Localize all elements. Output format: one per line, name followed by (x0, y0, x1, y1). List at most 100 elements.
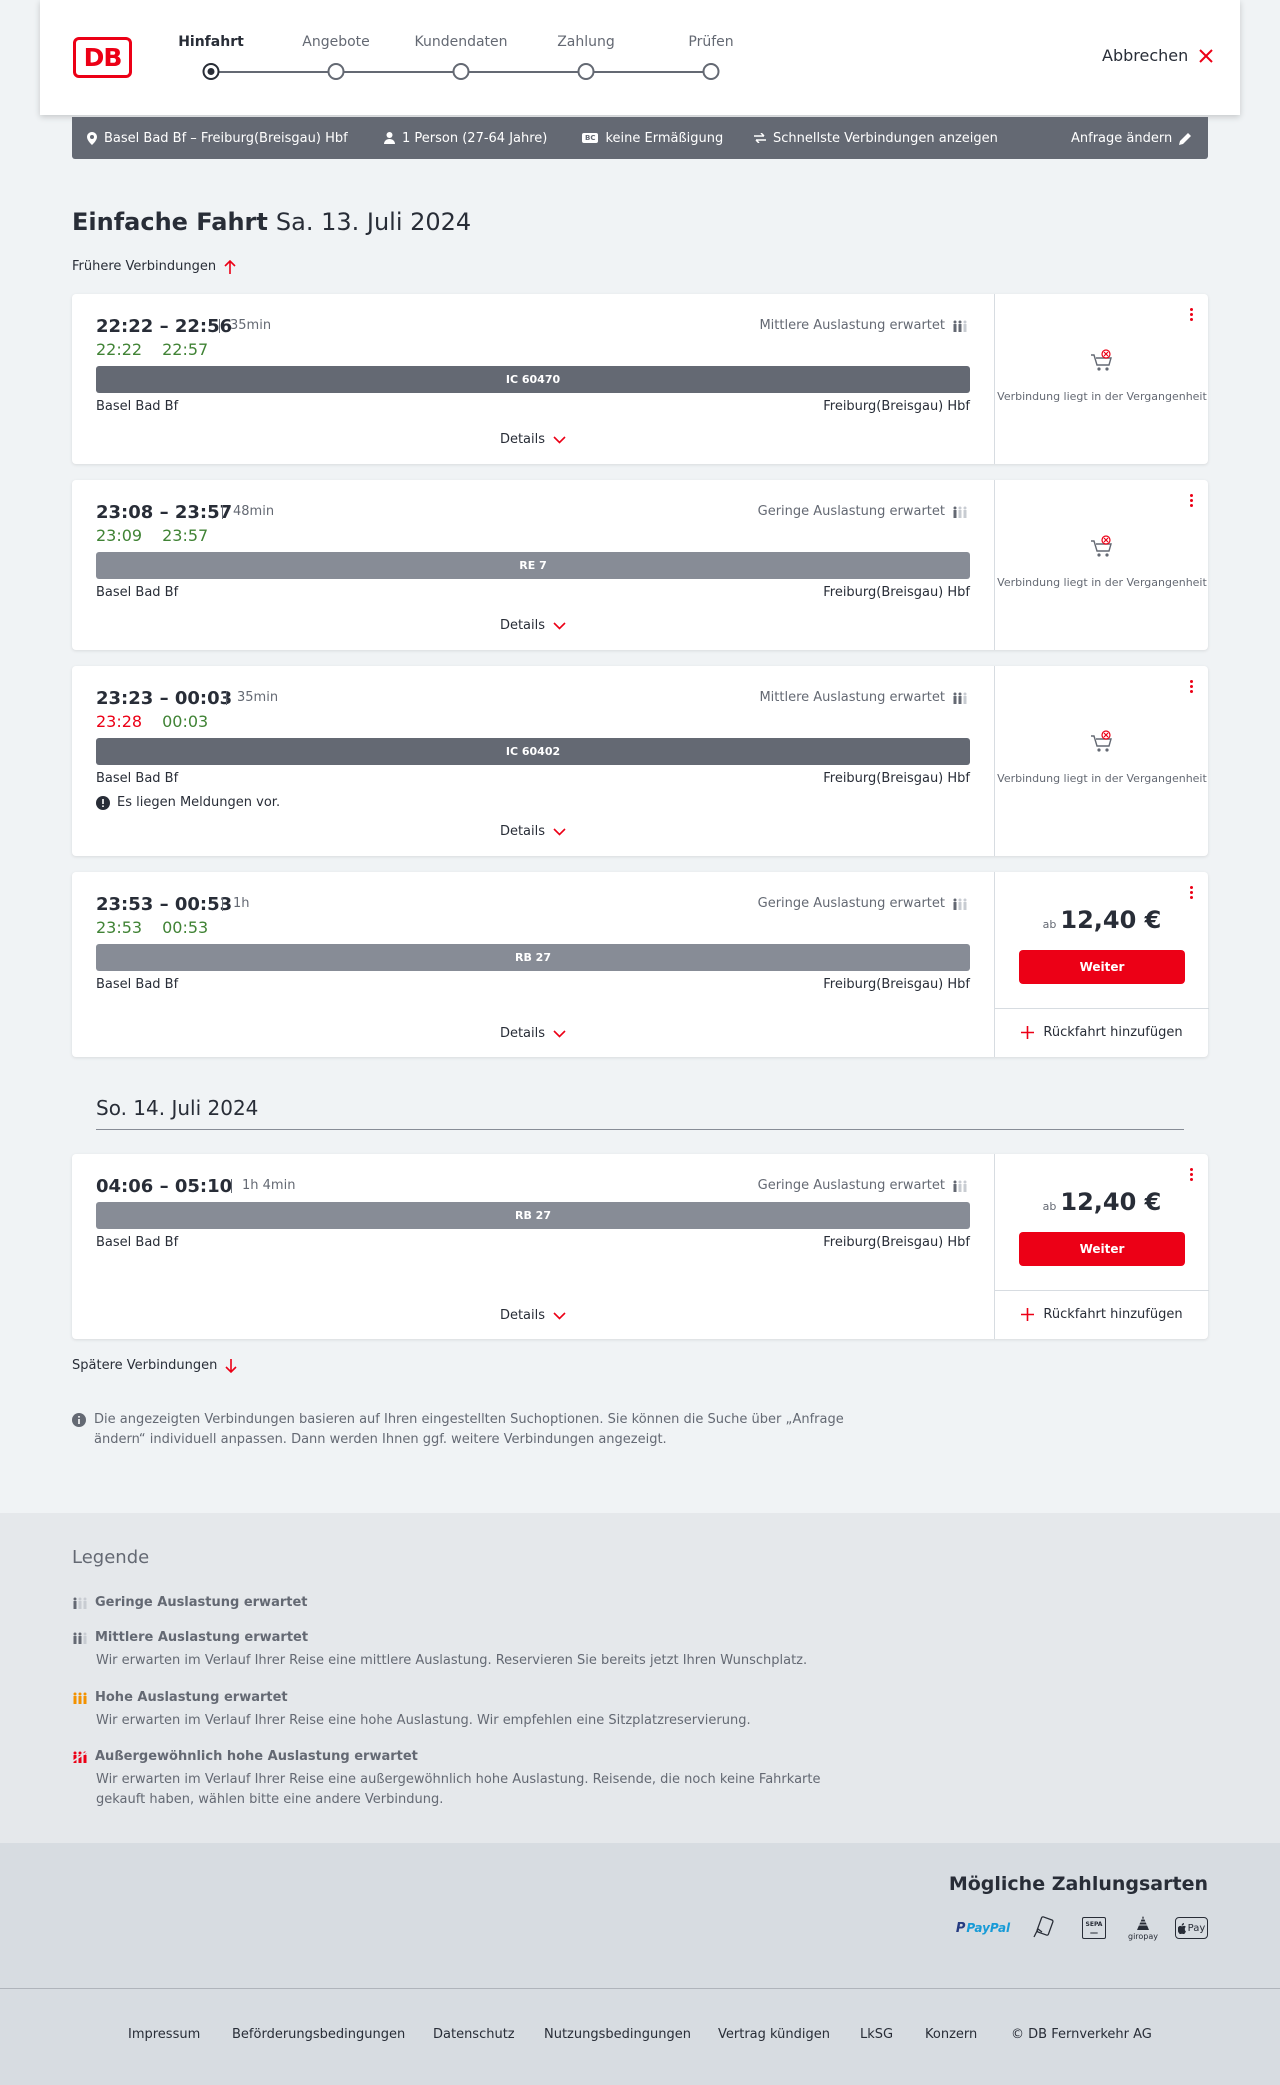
train-bar[interactable]: IC 60470 (96, 366, 970, 393)
route-text: Basel Bad Bf – Freiburg(Breisgau) Hbf (104, 130, 348, 146)
destination-station: Freiburg(Breisgau) Hbf (823, 771, 970, 786)
footer-link-datenschutz[interactable]: Datenschutz (433, 2027, 515, 2042)
bahncard-icon: BC (582, 133, 599, 143)
add-return-button[interactable]: Rückfahrt hinzufügen (995, 1290, 1209, 1338)
duration: 35min (226, 690, 278, 705)
occupancy-info: Geringe Auslastung erwartet (758, 896, 968, 911)
legend-item-high: Hohe Auslastung erwartet (72, 1690, 288, 1705)
occupancy-extreme-icon (72, 1750, 88, 1763)
occupancy-low-icon (953, 898, 967, 910)
train-bar[interactable]: IC 60402 (96, 738, 970, 765)
occupancy-info: Mittlere Auslastung erwartet (759, 690, 968, 705)
footer-link-lksg[interactable]: LkSG (860, 2027, 893, 2042)
apple-pay-icon: Pay (1175, 1917, 1208, 1939)
footer-link-impressum[interactable]: Impressum (128, 2027, 200, 2042)
connection-card: 22:22 – 22:56 35min 22:22 22:57 Mittlere … (72, 294, 1208, 464)
legend-section: Legende Geringe Auslastung erwartet Mitt… (0, 1513, 1280, 1843)
more-options-icon[interactable] (1190, 886, 1194, 902)
occupancy-low-icon (953, 1180, 967, 1192)
later-connections-label: Spätere Verbindungen (72, 1358, 218, 1373)
travelers-text: 1 Person (27-64 Jahre) (402, 130, 548, 146)
pencil-icon (1179, 132, 1192, 145)
discount-text: keine Ermäßigung (605, 130, 724, 146)
alert-icon (96, 795, 110, 810)
discount-summary: BC keine Ermäßigung (582, 117, 723, 159)
destination-station: Freiburg(Breisgau) Hbf (823, 977, 970, 992)
occupancy-medium-icon (953, 320, 967, 332)
occupancy-medium-icon (73, 1632, 87, 1644)
continue-button[interactable]: Weiter (1019, 1232, 1185, 1266)
realtime-times: 23:53 00:53 (96, 918, 209, 937)
planned-times: 23:08 – 23:57 (96, 502, 233, 523)
chevron-down-icon (553, 621, 566, 630)
step-dot-angebote (327, 63, 345, 80)
details-toggle[interactable]: Details (72, 1026, 994, 1041)
route-summary: Basel Bad Bf – Freiburg(Breisgau) Hbf (87, 117, 348, 159)
realtime-times: 22:22 22:57 (96, 340, 209, 359)
connection-card: 23:23 – 00:03 35min 23:28 00:03 Mittlere … (72, 666, 1208, 856)
person-icon (384, 132, 395, 144)
cancel-button[interactable]: Abbrechen (1102, 46, 1214, 65)
add-return-button[interactable]: Rückfahrt hinzufügen (995, 1008, 1209, 1056)
connection-card: 04:06 – 05:10 1h 4min Geringe Auslastung… (72, 1154, 1209, 1339)
change-request-button[interactable]: Anfrage ändern (1071, 117, 1192, 159)
payment-title: Mögliche Zahlungsarten (948, 1873, 1208, 1895)
plus-icon (1021, 1308, 1035, 1321)
more-options-icon[interactable] (1190, 494, 1194, 510)
occupancy-high-icon (73, 1692, 87, 1704)
occupancy-low-icon (73, 1597, 87, 1609)
step-label-kundendaten: Kundendaten (414, 34, 508, 50)
footer-link-konzern[interactable]: Konzern (925, 2027, 977, 2042)
legend-item-low: Geringe Auslastung erwartet (72, 1595, 308, 1610)
earlier-connections-label: Frühere Verbindungen (72, 259, 217, 274)
past-connection-note: Verbindung liegt in der Vergangenheit (997, 772, 1207, 785)
earlier-connections-link[interactable]: Frühere Verbindungen (72, 259, 236, 274)
travelers-summary: 1 Person (27-64 Jahre) (384, 117, 547, 159)
footer-link-nutzungsbedingungen[interactable]: Nutzungsbedingungen (544, 2027, 691, 2042)
page-title: Einfache Fahrt Sa. 13. Juli 2024 (72, 208, 471, 236)
trip-type: Einfache Fahrt (72, 208, 268, 236)
occupancy-info: Geringe Auslastung erwartet (758, 504, 968, 519)
legend-desc-extreme: Wir erwarten im Verlauf Ihrer Reise eine… (96, 1772, 821, 1807)
paypal-icon: P PayPal (955, 1920, 1011, 1936)
occupancy-info: Geringe Auslastung erwartet (758, 1178, 968, 1193)
step-dot-pruefen (702, 63, 720, 80)
change-request-label: Anfrage ändern (1071, 130, 1173, 146)
train-bar[interactable]: RE 7 (96, 552, 970, 579)
disruption-notice[interactable]: Es liegen Meldungen vor. (96, 795, 280, 810)
destination-station: Freiburg(Breisgau) Hbf (823, 585, 970, 600)
arrow-down-icon (225, 1358, 237, 1373)
origin-station: Basel Bad Bf (96, 399, 179, 414)
more-options-icon[interactable] (1190, 1168, 1194, 1184)
step-dot-hinfahrt (202, 63, 220, 80)
footer: Impressum Beförderungsbedingungen Datens… (0, 1988, 1280, 2085)
details-toggle[interactable]: Details (72, 824, 994, 839)
legend-item-extreme: Außergewöhnlich hohe Auslastung erwartet (72, 1749, 418, 1764)
price: ab 12,40 € (1042, 1188, 1162, 1216)
more-options-icon[interactable] (1190, 680, 1194, 696)
continue-button[interactable]: Weiter (1019, 950, 1185, 984)
later-connections-link[interactable]: Spätere Verbindungen (72, 1358, 237, 1373)
realtime-times: 23:09 23:57 (96, 526, 209, 545)
footer-link-befoerderungsbedingungen[interactable]: Beförderungsbedingungen (232, 2027, 405, 2042)
details-toggle[interactable]: Details (72, 1308, 994, 1323)
realtime-times: 23:28 00:03 (96, 712, 209, 731)
day-separator-line (96, 1129, 1184, 1130)
db-logo[interactable]: DB (73, 37, 132, 78)
details-toggle[interactable]: Details (72, 432, 994, 447)
price: ab 12,40 € (1042, 906, 1162, 934)
footer-link-vertrag-kuendigen[interactable]: Vertrag kündigen (718, 2027, 830, 2042)
arrow-up-icon (224, 259, 236, 274)
search-info-note: Die angezeigten Verbindungen basieren au… (72, 1410, 872, 1450)
search-option-summary: Schnellste Verbindungen anzeigen (754, 117, 998, 159)
more-options-icon[interactable] (1190, 308, 1194, 324)
train-bar[interactable]: RB 27 (96, 1202, 970, 1229)
destination-station: Freiburg(Breisgau) Hbf (823, 1235, 970, 1250)
search-option-text: Schnellste Verbindungen anzeigen (773, 130, 998, 146)
train-bar[interactable]: RB 27 (96, 944, 970, 971)
details-toggle[interactable]: Details (72, 618, 994, 633)
connection-card: 23:08 – 23:57 48min 23:09 23:57 Geringe A… (72, 480, 1208, 650)
travel-date: Sa. 13. Juli 2024 (275, 208, 472, 236)
origin-station: Basel Bad Bf (96, 585, 179, 600)
close-icon (1199, 48, 1213, 63)
